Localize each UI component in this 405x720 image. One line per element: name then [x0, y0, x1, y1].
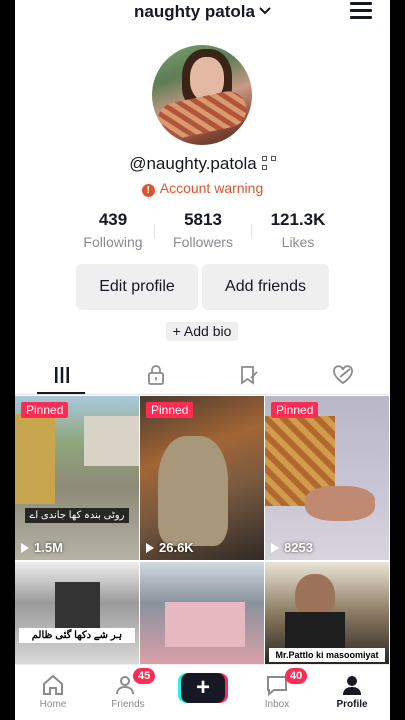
video-thumbnail[interactable] — [140, 562, 264, 664]
view-count: 1.5M — [21, 540, 63, 555]
video-caption: Mr.Pattlo ki masoomiyat — [269, 648, 385, 662]
bottom-navigation: Home 45 Friends + 40 Inbox Profile — [15, 664, 390, 720]
qr-code-icon[interactable] — [261, 156, 276, 170]
view-count-value: 26.6K — [159, 540, 194, 555]
account-warning[interactable]: ! Account warning — [15, 180, 390, 197]
friends-count-badge: 45 — [133, 668, 156, 684]
video-thumbnail[interactable]: Pinned 8253 — [265, 396, 389, 560]
view-count: 26.6K — [146, 540, 194, 555]
grid-icon — [55, 367, 69, 383]
avatar[interactable] — [152, 45, 252, 145]
video-thumbnail[interactable]: Mr.Pattlo ki masoomiyat — [265, 562, 389, 664]
menu-icon[interactable] — [350, 2, 372, 19]
tab-private[interactable] — [131, 355, 181, 395]
video-caption: ہر شے دکھا گئی ظالم — [19, 628, 135, 643]
video-caption: روٹی بندہ کھا جاندی اے — [25, 508, 129, 523]
profile-screen: naughty patola @naughty.patola ! Account … — [15, 0, 390, 720]
lock-icon — [148, 365, 164, 385]
stat-value: 5813 — [184, 210, 222, 229]
play-icon — [146, 543, 154, 553]
stat-likes[interactable]: 121.3K Likes — [253, 210, 343, 252]
active-tab-indicator — [37, 392, 85, 394]
inbox-count-badge: 40 — [285, 668, 308, 684]
pinned-badge: Pinned — [271, 402, 319, 418]
chevron-down-icon — [259, 0, 271, 20]
stat-divider — [154, 224, 155, 238]
nav-home[interactable]: Home — [18, 671, 88, 710]
view-count: 8253 — [271, 540, 313, 555]
video-thumbnail[interactable]: ہر شے دکھا گئی ظالم — [15, 562, 139, 664]
nav-label: Friends — [111, 699, 145, 710]
liked-heart-icon — [333, 365, 353, 385]
account-switcher[interactable]: naughty patola — [15, 0, 390, 22]
create-video-button[interactable]: + — [181, 673, 225, 703]
header-username: naughty patola — [134, 2, 255, 21]
profile-icon — [343, 676, 361, 695]
stat-value: 121.3K — [270, 210, 326, 229]
nav-profile[interactable]: Profile — [317, 671, 387, 710]
pinned-badge: Pinned — [21, 402, 69, 418]
nav-label: Home — [39, 699, 67, 710]
plus-icon: + — [195, 674, 210, 701]
stat-followers[interactable]: 5813 Followers — [158, 210, 248, 252]
add-friends-button[interactable]: Add friends — [202, 264, 329, 310]
play-icon — [271, 543, 279, 553]
account-warning-label: Account warning — [159, 180, 264, 196]
view-count-value: 1.5M — [34, 540, 63, 555]
stat-label: Followers — [173, 234, 233, 250]
stat-value: 439 — [98, 210, 128, 229]
pinned-badge: Pinned — [146, 402, 194, 418]
video-thumbnail[interactable]: Pinned 26.6K — [140, 396, 264, 560]
home-icon — [43, 674, 63, 695]
tab-saved[interactable] — [224, 355, 274, 395]
tab-liked[interactable] — [318, 355, 368, 395]
bookmark-icon — [241, 366, 258, 385]
profile-handle: @naughty.patola — [129, 154, 257, 173]
stat-following[interactable]: 439 Following — [68, 210, 158, 252]
top-bar: naughty patola — [15, 0, 390, 26]
stats-row: 439 Following 5813 Followers 121.3K Like… — [15, 210, 390, 254]
play-icon — [21, 543, 29, 553]
video-thumbnail[interactable]: Pinned روٹی بندہ کھا جاندی اے 1.5M — [15, 396, 139, 560]
stat-label: Likes — [281, 234, 315, 250]
tab-videos[interactable] — [37, 355, 87, 395]
stat-label: Following — [83, 234, 143, 250]
edit-profile-button[interactable]: Edit profile — [76, 264, 198, 310]
nav-label: Inbox — [264, 699, 290, 710]
nav-label: Profile — [336, 699, 368, 710]
add-bio-button[interactable]: + Add bio — [166, 322, 238, 341]
view-count-value: 8253 — [284, 540, 313, 555]
alert-icon: ! — [141, 184, 155, 197]
content-tabs — [15, 355, 390, 395]
nav-friends[interactable]: 45 Friends — [93, 668, 163, 710]
stat-divider — [251, 224, 252, 238]
nav-inbox[interactable]: 40 Inbox — [242, 668, 312, 710]
profile-handle-row: @naughty.patola — [15, 154, 390, 174]
